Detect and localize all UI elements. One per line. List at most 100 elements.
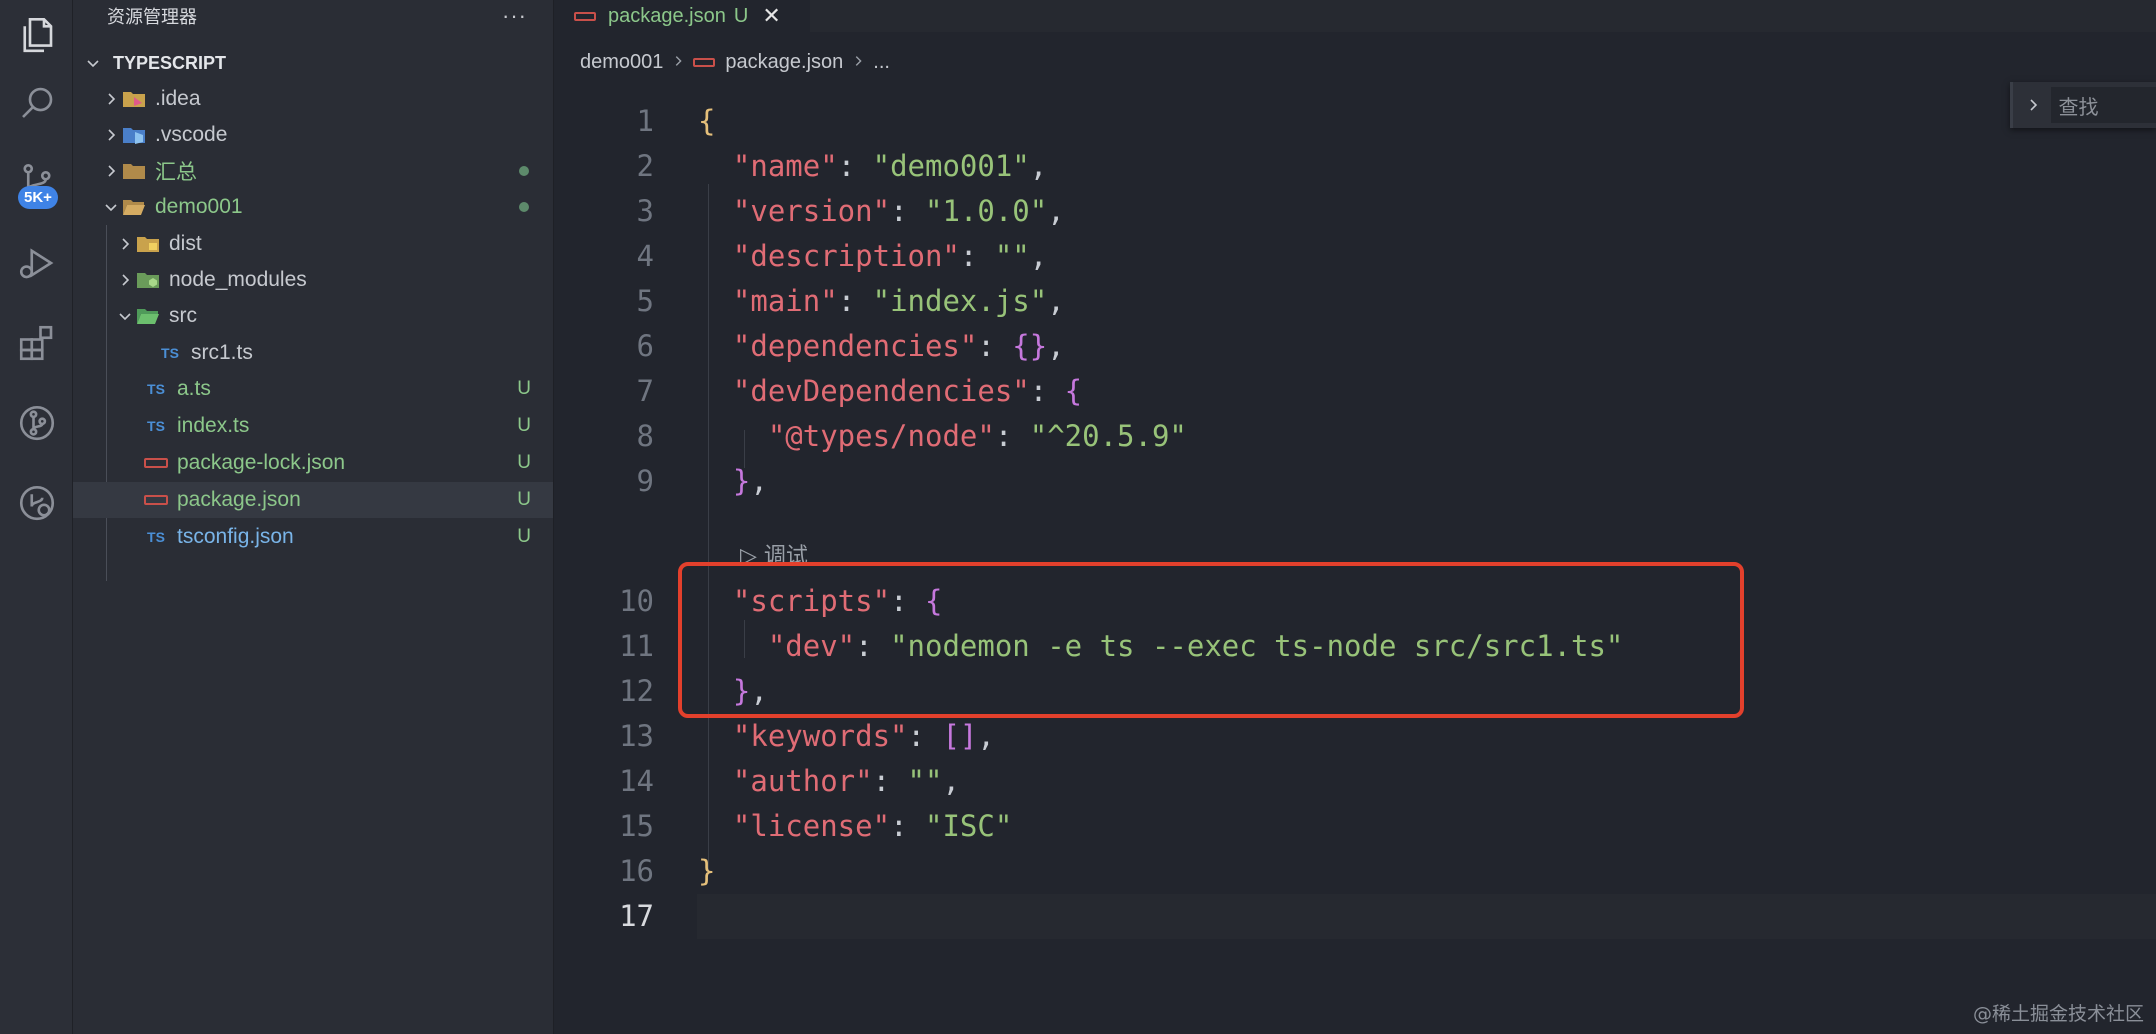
explorer-icon[interactable] — [0, 0, 73, 70]
close-icon[interactable]: ✕ — [762, 3, 780, 29]
line-number: 15 — [619, 809, 654, 843]
tree-item-node-modules[interactable]: node_modules — [73, 262, 553, 298]
line-number: 5 — [636, 284, 654, 318]
tree-item-index-ts[interactable]: TS index.ts U — [73, 408, 553, 444]
tree-item-idea[interactable]: .idea — [73, 81, 553, 117]
code-line: { — [698, 104, 716, 138]
editor-tab-bar: package.json U ✕ — [554, 0, 2156, 32]
git-status-untracked: U — [517, 452, 531, 473]
explorer-title: 资源管理器 — [107, 7, 197, 27]
tree-item-label: package.json — [177, 488, 301, 511]
code-line: "license": "ISC" — [732, 809, 1013, 843]
tree-item-vscode[interactable]: .vscode — [73, 117, 553, 153]
tree-item-label: index.ts — [177, 414, 250, 437]
chevron-down-icon — [101, 197, 121, 217]
chevron-right-icon — [101, 89, 121, 109]
line-number: 6 — [636, 329, 654, 363]
npm-json-icon — [143, 489, 169, 511]
tree-item-demo001[interactable]: demo001 — [73, 189, 553, 225]
tree-item-label: a.ts — [177, 377, 211, 400]
chevron-right-icon — [101, 161, 121, 181]
more-actions-icon[interactable]: ··· — [502, 0, 527, 32]
folder-dist-icon — [135, 233, 161, 255]
tree-item-src1-ts[interactable]: TS src1.ts — [73, 335, 553, 371]
tree-item-package-lock-json[interactable]: package-lock.json U — [73, 445, 553, 481]
current-line-highlight — [697, 894, 2156, 939]
npm-json-icon — [693, 57, 716, 67]
line-number: 4 — [636, 239, 654, 273]
chevron-right-icon — [115, 270, 135, 290]
tree-item-dist[interactable]: dist — [73, 226, 553, 262]
tree-item-label: dist — [169, 232, 202, 255]
tsconfig-file-icon: TS — [147, 529, 165, 545]
line-number: 7 — [636, 374, 654, 408]
run-debug-icon[interactable] — [0, 228, 73, 298]
npm-json-icon — [574, 11, 596, 21]
code-line: "version": "1.0.0", — [732, 194, 1065, 228]
modified-dot — [519, 166, 529, 176]
git-graph-icon[interactable] — [0, 388, 73, 458]
tree-item-label: tsconfig.json — [177, 525, 294, 548]
breadcrumb-symbols[interactable]: ... — [873, 51, 890, 74]
line-number: 14 — [619, 764, 654, 798]
chevron-right-icon — [851, 51, 865, 74]
line-number: 11 — [619, 629, 654, 663]
line-number: 8 — [636, 419, 654, 453]
git-status-untracked: U — [517, 415, 531, 436]
code-editor[interactable]: 1 2 3 4 5 6 7 8 9 10 11 12 13 14 15 16 1… — [554, 80, 2156, 1034]
typescript-file-icon: TS — [161, 345, 179, 361]
chevron-down-icon — [83, 53, 103, 73]
folder-icon — [121, 160, 147, 182]
breadcrumb-folder[interactable]: demo001 — [580, 51, 663, 74]
workspace-section-header[interactable]: TYPESCRIPT — [73, 46, 553, 80]
code-line: }, — [732, 464, 768, 498]
tree-item-tsconfig-json[interactable]: TS tsconfig.json U — [73, 519, 553, 555]
tree-item-src[interactable]: src — [73, 298, 553, 334]
npm-json-icon — [143, 452, 169, 474]
typescript-file-icon: TS — [147, 418, 165, 434]
code-line: "devDependencies": { — [732, 374, 1083, 408]
chevron-down-icon — [115, 306, 135, 326]
line-number: 1 — [636, 104, 654, 138]
line-number: 10 — [619, 584, 654, 618]
extensions-icon[interactable] — [0, 308, 73, 378]
tab-git-status: U — [733, 4, 749, 27]
source-control-badge: 5K+ — [18, 186, 58, 209]
annotation-highlight-box — [678, 562, 1744, 718]
line-number: 17 — [619, 899, 654, 933]
tab-package-json[interactable]: package.json U ✕ — [554, 0, 810, 32]
workspace-name: TYPESCRIPT — [113, 52, 227, 73]
line-number: 13 — [619, 719, 654, 753]
tree-item-summary[interactable]: 汇总 — [73, 153, 553, 189]
typescript-file-icon: TS — [147, 381, 165, 397]
tree-item-label: demo001 — [155, 195, 243, 218]
tree-item-label: 汇总 — [155, 161, 197, 184]
activity-bar: 5K+ — [0, 0, 73, 1034]
git-status-untracked: U — [517, 526, 531, 547]
remote-explorer-icon[interactable] — [0, 468, 73, 538]
watermark: @稀土掘金技术社区 — [1972, 1003, 2144, 1025]
folder-vscode-icon — [121, 124, 147, 146]
breadcrumb: demo001 package.json ... — [580, 44, 890, 80]
breadcrumb-file[interactable]: package.json — [725, 51, 843, 74]
git-status-untracked: U — [517, 378, 531, 399]
line-number: 9 — [636, 464, 654, 498]
folder-src-icon — [135, 305, 161, 327]
tree-item-label: node_modules — [169, 268, 307, 291]
code-line: "keywords": [], — [732, 719, 995, 753]
line-number: 16 — [619, 854, 654, 888]
search-icon[interactable] — [0, 68, 73, 138]
folder-idea-icon — [121, 88, 147, 110]
line-number: 2 — [636, 149, 654, 183]
code-line: "name": "demo001", — [732, 149, 1048, 183]
code-line: "main": "index.js", — [732, 284, 1065, 318]
folder-node-icon — [135, 269, 161, 291]
tree-item-label: .idea — [155, 87, 201, 110]
tree-item-package-json[interactable]: package.json U — [73, 482, 553, 518]
code-line: } — [698, 854, 716, 888]
tree-item-label: src — [169, 304, 197, 327]
code-line: "author": "", — [732, 764, 960, 798]
tree-item-a-ts[interactable]: TS a.ts U — [73, 371, 553, 407]
chevron-right-icon — [101, 125, 121, 145]
chevron-right-icon — [671, 51, 685, 74]
